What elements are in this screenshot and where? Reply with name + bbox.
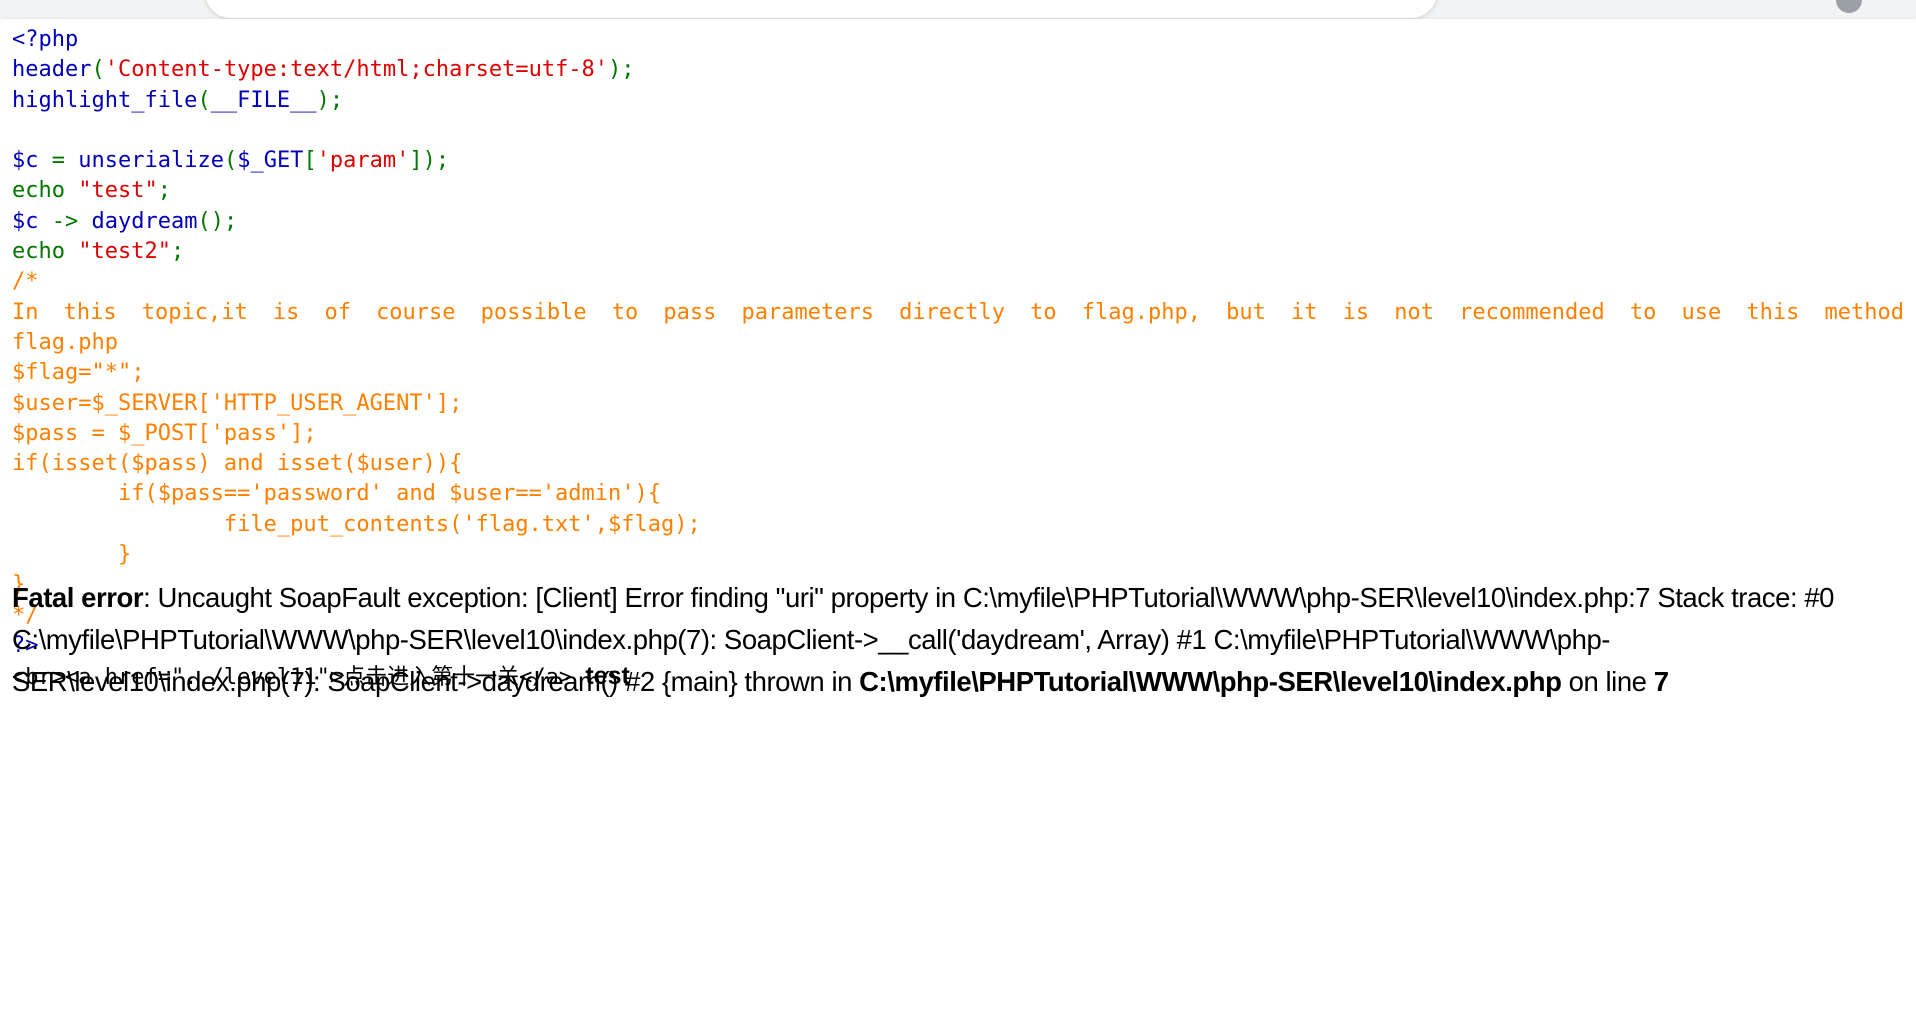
code-token-str: 'param' — [316, 148, 410, 174]
code-token-kw: $c — [12, 148, 39, 174]
code-token-def: ); — [608, 57, 635, 83]
code-token-kw: unserialize — [78, 148, 224, 174]
code-token-def: ]); — [409, 148, 450, 174]
fatal-error-line-number: 7 — [1653, 666, 1669, 697]
page-content: <?php header('Content-type:text/html;char… — [0, 25, 1916, 1012]
code-line-l13: $user=$_SERVER['HTTP_USER_AGENT']; — [0, 389, 1916, 419]
code-line-l3: highlight_file(__FILE__); — [0, 86, 1916, 116]
code-token-def: [ — [303, 148, 317, 174]
browser-toolbar-strip — [0, 0, 1916, 19]
code-token-cmt: $user=$_SERVER['HTTP_USER_AGENT']; — [12, 390, 463, 416]
code-token-def: ; — [157, 178, 171, 204]
code-token-def: ( — [197, 87, 211, 113]
code-line-l6: echo "test"; — [0, 176, 1916, 206]
code-token-str: "test" — [78, 178, 158, 204]
address-bar[interactable] — [205, 0, 1437, 18]
code-line-l17: file_put_contents('flag.txt',$flag); — [0, 510, 1916, 540]
code-token-cmt: $flag="*"; — [12, 360, 145, 386]
code-line-l11: flag.php — [0, 328, 1916, 358]
code-token-cmt: } — [12, 542, 132, 568]
browser-screen: <?php header('Content-type:text/html;char… — [0, 0, 1916, 1012]
code-line-l9: /* — [0, 267, 1916, 297]
code-token-def: echo — [12, 239, 79, 265]
code-token-def: -> — [38, 208, 92, 234]
code-line-l1: <?php — [0, 25, 1916, 55]
code-token-kw: $c — [12, 208, 39, 234]
code-token-def: ( — [91, 57, 105, 83]
code-line-l10: In this topic,it is of course possible t… — [0, 298, 1916, 328]
code-token-def: echo — [12, 178, 79, 204]
code-token-cmt: $pass = $_POST['pass']; — [12, 420, 317, 446]
code-token-kw: <?php — [12, 27, 79, 52]
code-line-l2: header('Content-type:text/html;charset=u… — [0, 55, 1916, 85]
fatal-error-label: Fatal error — [12, 582, 144, 613]
code-token-str: "test2" — [78, 239, 171, 265]
code-token-cmt: if($pass=='password' and $user=='admin')… — [12, 481, 662, 507]
code-token-kw: daydream — [91, 208, 198, 234]
fatal-error-file-path: C:\myfile\PHPTutorial\WWW\php-SER\level1… — [859, 666, 1562, 697]
code-token-def: ); — [316, 87, 344, 113]
code-line-l7: $c -> daydream(); — [0, 207, 1916, 237]
code-token-def: = — [38, 148, 79, 174]
code-token-kw: header — [12, 57, 92, 83]
code-token-cmt: if(isset($pass) and isset($user)){ — [12, 451, 463, 477]
code-token-kw: highlight_file — [12, 87, 198, 113]
fatal-error-separator: : — [143, 582, 158, 613]
php-fatal-error: Fatal error: Uncaught SoapFault exceptio… — [0, 577, 1916, 703]
code-line-l14: $pass = $_POST['pass']; — [0, 419, 1916, 449]
code-token-def: (); — [197, 208, 238, 234]
fatal-error-on-line-label: on line — [1561, 666, 1654, 697]
code-line-l12: $flag="*"; — [0, 358, 1916, 388]
code-token-def: ; — [170, 239, 185, 265]
code-line-l8: echo "test2"; — [0, 237, 1916, 267]
code-token-cmt: file_put_contents('flag.txt',$flag); — [12, 511, 701, 537]
code-token-cmt: /* — [12, 269, 39, 295]
code-line-l18: } — [0, 540, 1916, 570]
code-line-l15: if(isset($pass) and isset($user)){ — [0, 449, 1916, 479]
code-token-kw: $_GET — [237, 148, 304, 174]
code-line-l16: if($pass=='password' and $user=='admin')… — [0, 479, 1916, 509]
code-token-def: ( — [223, 148, 238, 174]
code-token-cmt: In this topic,it is of course possible t… — [12, 299, 1904, 325]
code-token-str: 'Content-type:text/html;charset=utf-8' — [104, 57, 609, 83]
profile-avatar-icon[interactable] — [1836, 0, 1862, 13]
code-line-l4 — [0, 116, 1916, 146]
code-token-cmt: flag.php — [12, 329, 118, 355]
code-line-l5: $c = unserialize($_GET['param']); — [0, 146, 1916, 176]
code-token-kw: __FILE__ — [210, 87, 317, 113]
